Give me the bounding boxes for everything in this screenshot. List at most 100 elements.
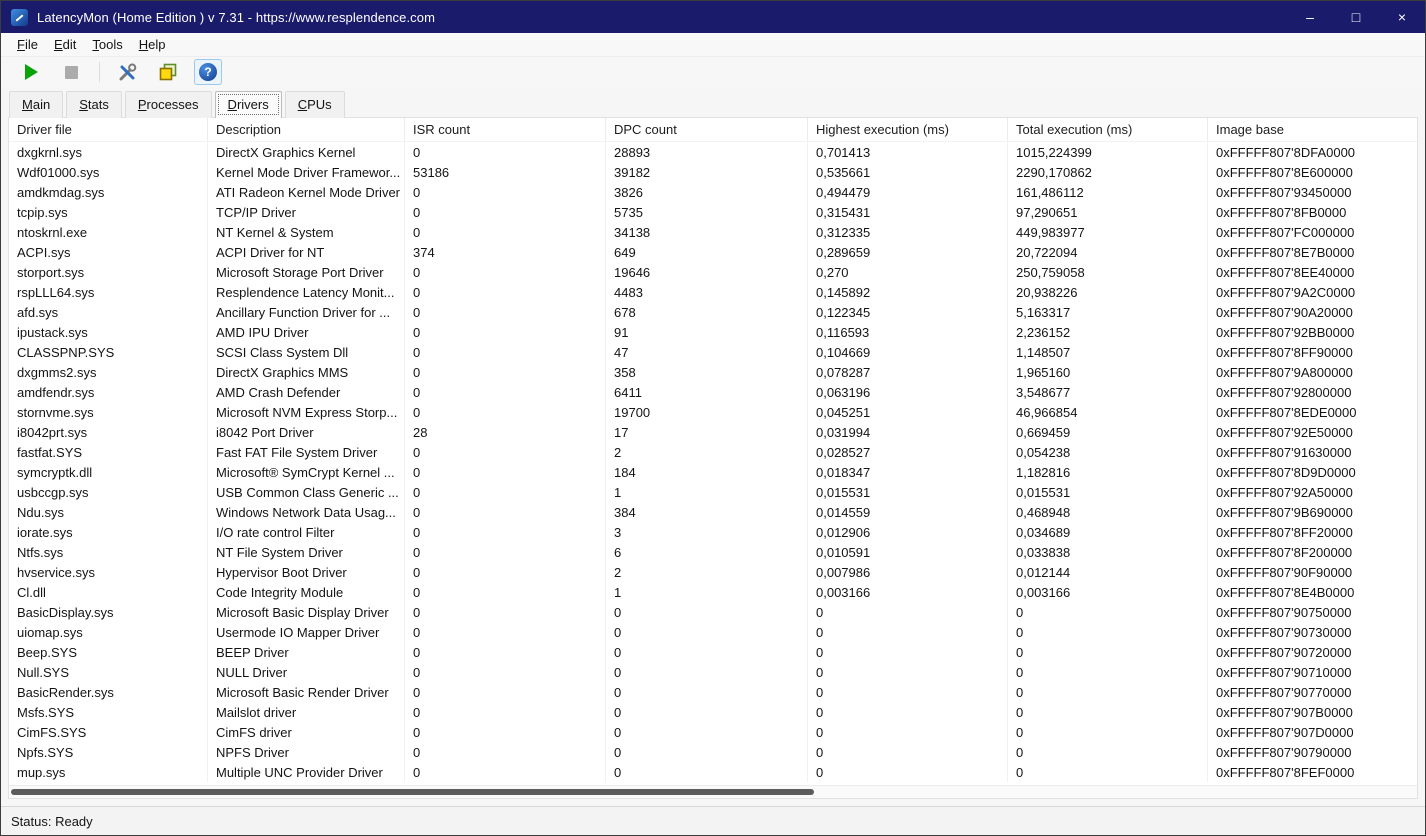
table-row[interactable]: dxgkrnl.sys DirectX Graphics Kernel 0 28… [9,142,1417,162]
tab-processes[interactable]: Processes [125,91,212,118]
cell-driver-file: BasicRender.sys [9,682,208,702]
table-row[interactable]: Beep.SYS BEEP Driver 0 0 0 0 0xFFFFF807'… [9,642,1417,662]
column-header-highest-execution[interactable]: Highest execution (ms) [808,118,1008,141]
table-row[interactable]: uiomap.sys Usermode IO Mapper Driver 0 0… [9,622,1417,642]
column-header-description[interactable]: Description [208,118,405,141]
cell-highest-execution: 0,018347 [808,462,1008,482]
tab-drivers[interactable]: Drivers [215,91,282,118]
cell-description: AMD IPU Driver [208,322,405,342]
horizontal-scrollbar-thumb[interactable] [11,789,814,795]
cell-driver-file: symcryptk.dll [9,462,208,482]
cell-dpc-count: 358 [606,362,808,382]
cell-image-base: 0xFFFFF807'9B690000 [1208,502,1417,522]
table-row[interactable]: CLASSPNP.SYS SCSI Class System Dll 0 47 … [9,342,1417,362]
cell-dpc-count: 2 [606,442,808,462]
cell-image-base: 0xFFFFF807'90F90000 [1208,562,1417,582]
stop-monitor-button[interactable] [57,59,85,85]
cell-driver-file: iorate.sys [9,522,208,542]
cell-dpc-count: 0 [606,682,808,702]
cell-dpc-count: 0 [606,742,808,762]
table-row[interactable]: BasicDisplay.sys Microsoft Basic Display… [9,602,1417,622]
table-row[interactable]: tcpip.sys TCP/IP Driver 0 5735 0,315431 … [9,202,1417,222]
menu-help[interactable]: Help [131,34,174,55]
table-row[interactable]: Msfs.SYS Mailslot driver 0 0 0 0 0xFFFFF… [9,702,1417,722]
table-row[interactable]: dxgmms2.sys DirectX Graphics MMS 0 358 0… [9,362,1417,382]
table-row[interactable]: Npfs.SYS NPFS Driver 0 0 0 0 0xFFFFF807'… [9,742,1417,762]
table-row[interactable]: iorate.sys I/O rate control Filter 0 3 0… [9,522,1417,542]
table-row[interactable]: Ntfs.sys NT File System Driver 0 6 0,010… [9,542,1417,562]
cell-dpc-count: 34138 [606,222,808,242]
table-row[interactable]: ipustack.sys AMD IPU Driver 0 91 0,11659… [9,322,1417,342]
table-row[interactable]: stornvme.sys Microsoft NVM Express Storp… [9,402,1417,422]
drivers-table: Driver file Description ISR count DPC co… [8,117,1418,799]
table-row[interactable]: usbccgp.sys USB Common Class Generic ...… [9,482,1417,502]
cell-dpc-count: 3 [606,522,808,542]
cell-highest-execution: 0,494479 [808,182,1008,202]
column-header-isr-count[interactable]: ISR count [405,118,606,141]
cell-highest-execution: 0,010591 [808,542,1008,562]
table-row[interactable]: Ndu.sys Windows Network Data Usag... 0 3… [9,502,1417,522]
cell-total-execution: 0 [1008,682,1208,702]
cell-highest-execution: 0 [808,662,1008,682]
table-row[interactable]: CimFS.SYS CimFS driver 0 0 0 0 0xFFFFF80… [9,722,1417,742]
table-row[interactable]: storport.sys Microsoft Storage Port Driv… [9,262,1417,282]
close-button[interactable]: × [1379,1,1425,33]
horizontal-scrollbar[interactable] [9,785,1417,798]
cell-total-execution: 0 [1008,622,1208,642]
tab-stats[interactable]: Stats [66,91,122,118]
table-row[interactable]: i8042prt.sys i8042 Port Driver 28 17 0,0… [9,422,1417,442]
menu-file[interactable]: File [9,34,46,55]
cell-highest-execution: 0,014559 [808,502,1008,522]
table-row[interactable]: amdfendr.sys AMD Crash Defender 0 6411 0… [9,382,1417,402]
minimize-button[interactable]: – [1287,1,1333,33]
titlebar[interactable]: LatencyMon (Home Edition ) v 7.31 - http… [1,1,1425,33]
table-row[interactable]: Null.SYS NULL Driver 0 0 0 0 0xFFFFF807'… [9,662,1417,682]
table-row[interactable]: Wdf01000.sys Kernel Mode Driver Framewor… [9,162,1417,182]
cell-highest-execution: 0,012906 [808,522,1008,542]
table-row[interactable]: ACPI.sys ACPI Driver for NT 374 649 0,28… [9,242,1417,262]
start-monitor-button[interactable] [17,59,45,85]
cell-image-base: 0xFFFFF807'90A20000 [1208,302,1417,322]
cell-total-execution: 2290,170862 [1008,162,1208,182]
toolbar-separator [99,62,100,82]
cell-dpc-count: 2 [606,562,808,582]
table-row[interactable]: mup.sys Multiple UNC Provider Driver 0 0… [9,762,1417,782]
maximize-button[interactable]: □ [1333,1,1379,33]
tab-main[interactable]: Main [9,91,63,118]
cell-image-base: 0xFFFFF807'92800000 [1208,382,1417,402]
cell-description: Ancillary Function Driver for ... [208,302,405,322]
table-row[interactable]: afd.sys Ancillary Function Driver for ..… [9,302,1417,322]
column-header-driver-file[interactable]: Driver file [9,118,208,141]
cell-highest-execution: 0 [808,742,1008,762]
tab-cpus[interactable]: CPUs [285,91,345,118]
column-header-dpc-count[interactable]: DPC count [606,118,808,141]
copy-report-button[interactable] [154,59,182,85]
cell-highest-execution: 0,145892 [808,282,1008,302]
table-row[interactable]: fastfat.SYS Fast FAT File System Driver … [9,442,1417,462]
table-row[interactable]: ntoskrnl.exe NT Kernel & System 0 34138 … [9,222,1417,242]
cell-isr-count: 0 [405,582,606,602]
cell-driver-file: usbccgp.sys [9,482,208,502]
cell-description: Hypervisor Boot Driver [208,562,405,582]
help-icon: ? [199,63,217,81]
table-row[interactable]: amdkmdag.sys ATI Radeon Kernel Mode Driv… [9,182,1417,202]
column-header-total-execution[interactable]: Total execution (ms) [1008,118,1208,141]
cell-total-execution: 0 [1008,742,1208,762]
cell-description: Usermode IO Mapper Driver [208,622,405,642]
cell-description: SCSI Class System Dll [208,342,405,362]
cell-isr-count: 0 [405,622,606,642]
cell-dpc-count: 384 [606,502,808,522]
cell-highest-execution: 0,122345 [808,302,1008,322]
table-row[interactable]: BasicRender.sys Microsoft Basic Render D… [9,682,1417,702]
tools-options-button[interactable] [114,59,142,85]
menu-tools[interactable]: Tools [84,34,130,55]
cell-total-execution: 0,012144 [1008,562,1208,582]
table-row[interactable]: hvservice.sys Hypervisor Boot Driver 0 2… [9,562,1417,582]
table-row[interactable]: symcryptk.dll Microsoft® SymCrypt Kernel… [9,462,1417,482]
help-button[interactable]: ? [194,59,222,85]
column-header-image-base[interactable]: Image base [1208,118,1417,141]
menu-edit[interactable]: Edit [46,34,84,55]
copy-windows-icon [158,62,178,82]
table-row[interactable]: Cl.dll Code Integrity Module 0 1 0,00316… [9,582,1417,602]
table-row[interactable]: rspLLL64.sys Resplendence Latency Monit.… [9,282,1417,302]
